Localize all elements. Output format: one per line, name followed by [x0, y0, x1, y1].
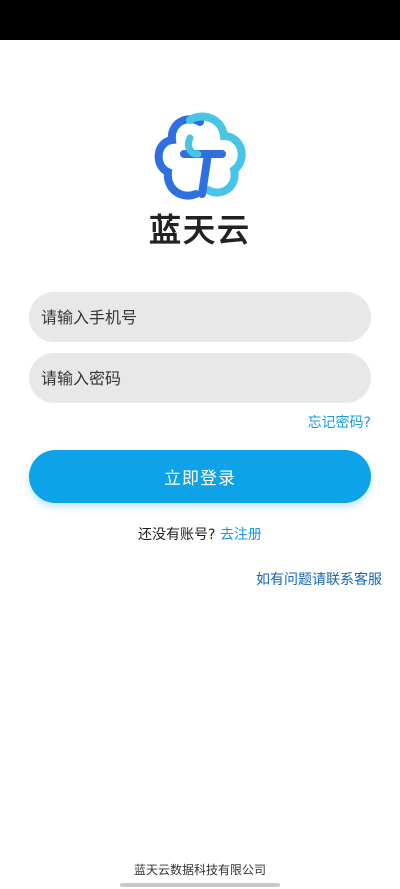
home-indicator[interactable] [120, 883, 280, 887]
register-prompt: 还没有账号? [138, 527, 216, 543]
forgot-password-link[interactable]: 忘记密码? [308, 413, 371, 433]
register-link[interactable]: 去注册 [220, 527, 262, 543]
password-field[interactable] [29, 353, 371, 403]
company-footer: 蓝天云数据科技有限公司 [133, 863, 266, 877]
password-input[interactable] [29, 353, 371, 403]
contact-support-link[interactable]: 如有问题请联系客服 [256, 570, 382, 590]
brand-name: 蓝天云 [148, 211, 251, 249]
login-screen: 蓝天云 忘记密码? 立即登录 还没有账号? 去注册 如有问题请联系客服 蓝天云数… [0, 0, 400, 889]
register-row: 还没有账号? 去注册 [0, 525, 400, 545]
status-bar [0, 0, 400, 40]
phone-input[interactable] [29, 292, 371, 342]
phone-field[interactable] [29, 292, 371, 342]
login-button[interactable]: 立即登录 [29, 450, 371, 503]
cloud-logo-icon [150, 110, 250, 210]
